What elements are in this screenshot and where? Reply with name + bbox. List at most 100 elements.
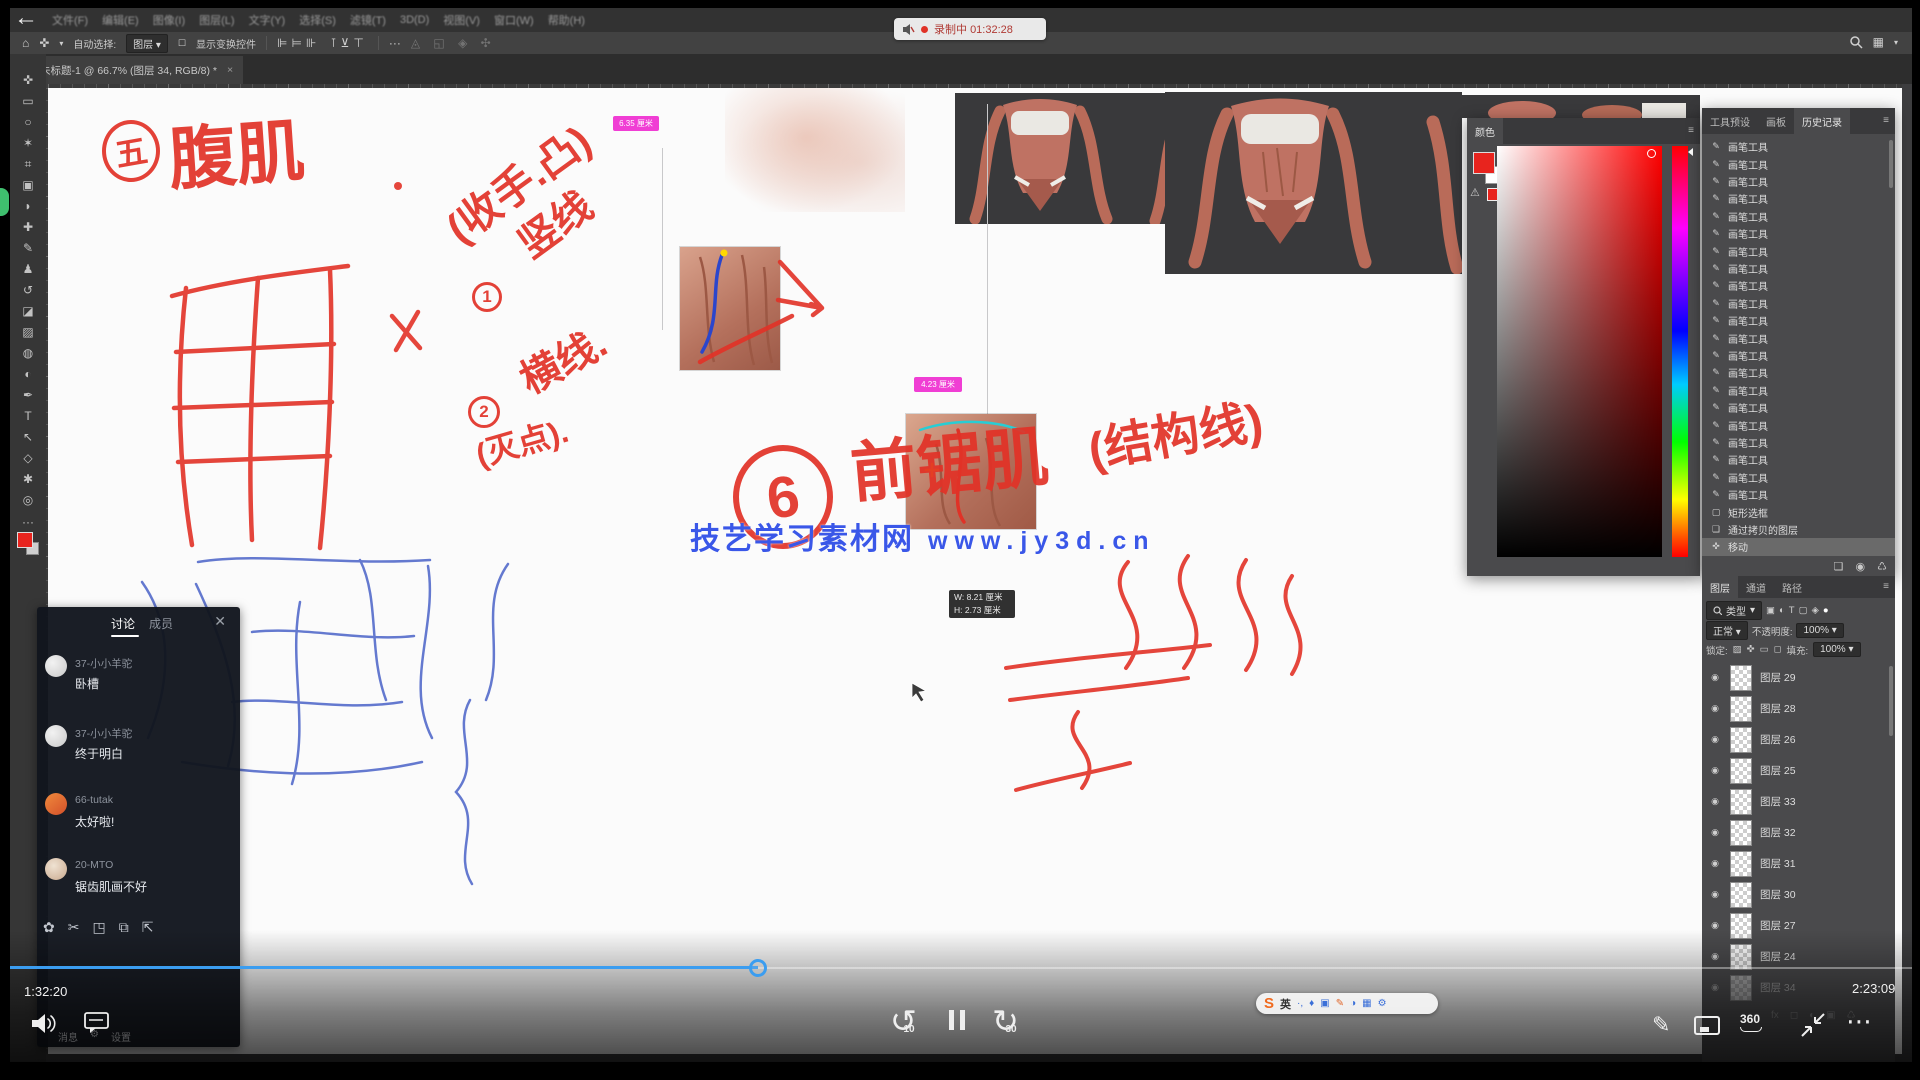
crop-tool-icon[interactable]: ⌗ <box>10 154 46 174</box>
foreground-color-swatch[interactable] <box>1473 152 1495 174</box>
eye-icon[interactable]: ◉ <box>1708 889 1722 900</box>
color-picker-cursor[interactable] <box>1647 149 1656 158</box>
history-row[interactable]: ✎画笔工具 <box>1702 486 1895 503</box>
zoom-tool-icon[interactable]: ◎ <box>10 490 46 510</box>
tab-color[interactable]: 颜色 <box>1467 118 1503 144</box>
pencil-icon[interactable]: ✎ <box>1652 1012 1670 1038</box>
checkbox-icon[interactable]: ☐ <box>178 38 186 49</box>
menu-item[interactable]: 帮助(H) <box>548 12 585 28</box>
history-row[interactable]: ✎画笔工具 <box>1702 173 1895 190</box>
menu-item[interactable]: 3D(D) <box>400 14 429 26</box>
history-row[interactable]: ❏通过拷贝的图层 <box>1702 521 1895 538</box>
document-tab[interactable]: 未标题-1 @ 66.7% (图层 34, RGB/8) * × <box>30 56 243 84</box>
layer-row[interactable]: ◉图层 29 <box>1702 662 1895 693</box>
tab-history[interactable]: 历史记录 <box>1794 108 1850 134</box>
volume-icon[interactable] <box>30 1012 58 1036</box>
menu-item[interactable]: 滤镜(T) <box>350 12 386 28</box>
ime-mic-icon[interactable]: ♦ <box>1309 998 1314 1009</box>
menu-item[interactable]: 窗口(W) <box>494 12 534 28</box>
back-button[interactable]: ← <box>14 4 38 32</box>
new-snapshot-icon[interactable]: ◉ <box>1856 560 1866 573</box>
menu-item[interactable]: 图层(L) <box>199 12 234 28</box>
blend-mode-dropdown[interactable]: 正常 ▾ <box>1706 621 1748 640</box>
filter-toggle-icon[interactable]: ● <box>1823 605 1829 616</box>
wand-tool-icon[interactable]: ✶ <box>10 133 46 153</box>
menu-item[interactable]: 文件(F) <box>52 12 88 28</box>
history-row[interactable]: ✎画笔工具 <box>1702 190 1895 207</box>
ime-mode[interactable]: 英 <box>1280 996 1291 1012</box>
filter-pixel-icon[interactable]: ▣ <box>1766 605 1775 616</box>
eye-icon[interactable]: ◉ <box>1708 796 1722 807</box>
history-row[interactable]: ✎画笔工具 <box>1702 469 1895 486</box>
panel-menu-icon[interactable]: ≡ <box>1883 581 1889 592</box>
eye-icon[interactable]: ◉ <box>1708 734 1722 745</box>
marquee-tool-icon[interactable]: ▭ <box>10 91 46 111</box>
brush-tool-icon[interactable]: ✎ <box>10 238 46 258</box>
history-row[interactable]: ✎画笔工具 <box>1702 399 1895 416</box>
history-row[interactable]: ✎画笔工具 <box>1702 277 1895 294</box>
tab-tool-presets[interactable]: 工具预设 <box>1702 108 1758 134</box>
history-row[interactable]: ✎画笔工具 <box>1702 364 1895 381</box>
ime-emoji-icon[interactable]: ▣ <box>1320 998 1329 1009</box>
history-row[interactable]: ✎画笔工具 <box>1702 416 1895 433</box>
history-row[interactable]: ✎画笔工具 <box>1702 260 1895 277</box>
foreground-swatch[interactable] <box>17 532 33 548</box>
tab-channels[interactable]: 通道 <box>1738 576 1774 598</box>
opacity-dropdown[interactable]: 100% ▾ <box>1796 623 1843 638</box>
filter-adjustment-icon[interactable]: ◐ <box>1779 605 1785 616</box>
lock-position-icon[interactable]: ▭ <box>1760 644 1769 655</box>
distribute-icons[interactable]: ⊺⊻⊤ <box>330 36 367 50</box>
saturation-brightness-field[interactable] <box>1497 146 1662 557</box>
tab-members[interactable]: 成员 <box>149 615 173 632</box>
history-row[interactable]: ▢矩形选框 <box>1702 503 1895 520</box>
subtitle-icon[interactable] <box>1694 1016 1720 1035</box>
history-row[interactable]: ✎画笔工具 <box>1702 347 1895 364</box>
tab-artboards[interactable]: 画板 <box>1758 108 1794 134</box>
layer-row[interactable]: ◉图层 32 <box>1702 817 1895 848</box>
lock-pixels-icon[interactable]: ✜ <box>1747 644 1755 655</box>
fill-dropdown[interactable]: 100% ▾ <box>1813 642 1860 657</box>
history-row[interactable]: ✎画笔工具 <box>1702 138 1895 155</box>
panel-menu-icon[interactable]: ≡ <box>1883 115 1889 126</box>
gradient-tool-icon[interactable]: ▨ <box>10 322 46 342</box>
history-brush-tool-icon[interactable]: ↺ <box>10 280 46 300</box>
chevron-down-icon[interactable]: ▾ <box>1894 38 1898 47</box>
close-tab-icon[interactable]: × <box>227 64 233 76</box>
menu-item[interactable]: 文字(Y) <box>249 12 286 28</box>
ime-keyboard-icon[interactable]: ▦ <box>1362 998 1371 1009</box>
filter-shape-icon[interactable]: ▢ <box>1799 605 1808 616</box>
history-row[interactable]: ✎画笔工具 <box>1702 312 1895 329</box>
menu-item[interactable]: 图像(I) <box>153 12 185 28</box>
pen-tool-icon[interactable]: ✒ <box>10 385 46 405</box>
eye-icon[interactable]: ◉ <box>1708 827 1722 838</box>
pause-button[interactable] <box>946 1010 968 1035</box>
scrollbar[interactable] <box>1889 666 1893 736</box>
quality-360-button[interactable]: 360 <box>1740 1012 1762 1032</box>
history-row[interactable]: ✎画笔工具 <box>1702 451 1895 468</box>
history-row[interactable]: ✎画笔工具 <box>1702 208 1895 225</box>
home-icon[interactable]: ⌂ <box>22 36 29 50</box>
history-row[interactable]: ✎画笔工具 <box>1702 382 1895 399</box>
rewind-10-button[interactable]: ↺ 10 <box>888 1008 930 1048</box>
panel-menu-icon[interactable]: ≡ <box>1688 125 1694 136</box>
eye-icon[interactable]: ◉ <box>1708 703 1722 714</box>
eye-icon[interactable]: ◉ <box>1708 672 1722 683</box>
history-row[interactable]: ✎画笔工具 <box>1702 242 1895 259</box>
workspace-icon[interactable]: ▦ <box>1873 35 1884 49</box>
more-options-icon[interactable]: ⋯ <box>1846 1006 1872 1037</box>
layer-row[interactable]: ◉图层 26 <box>1702 724 1895 755</box>
filter-type-icon[interactable]: T <box>1789 605 1795 616</box>
hand-tool-icon[interactable]: ✱ <box>10 469 46 489</box>
tab-layers[interactable]: 图层 <box>1702 576 1738 598</box>
more-tools-icon[interactable]: ··· <box>10 512 46 532</box>
forward-30-button[interactable]: ↻ 30 <box>990 1008 1032 1048</box>
close-icon[interactable]: ✕ <box>214 613 226 630</box>
search-icon[interactable] <box>1849 35 1863 49</box>
lasso-tool-icon[interactable]: ○ <box>10 112 46 132</box>
filter-kind-dropdown[interactable]: 类型 ▾ <box>1706 601 1762 620</box>
tab-discussion[interactable]: 讨论 <box>111 615 135 632</box>
new-doc-from-state-icon[interactable]: ❏ <box>1834 560 1844 573</box>
eye-icon[interactable]: ◉ <box>1708 765 1722 776</box>
history-row[interactable]: ✎画笔工具 <box>1702 225 1895 242</box>
layer-row[interactable]: ◉图层 33 <box>1702 786 1895 817</box>
